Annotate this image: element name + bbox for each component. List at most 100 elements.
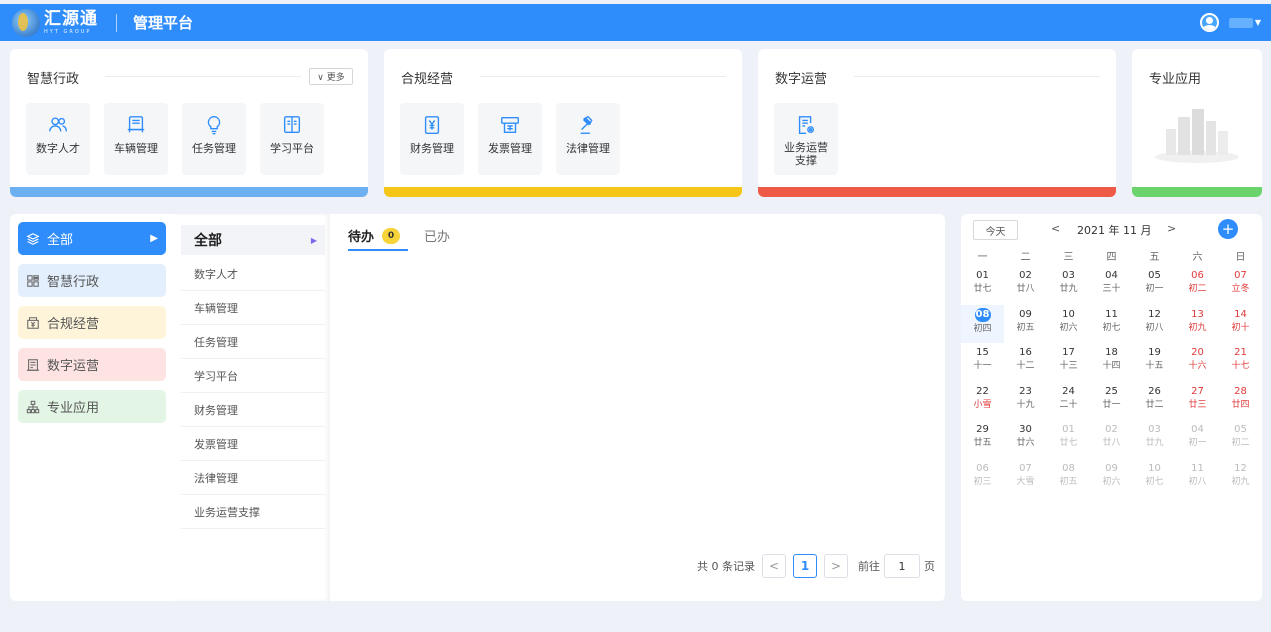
calendar-day[interactable]: 23 十九 (1004, 382, 1047, 421)
day-number: 27 (1191, 385, 1204, 397)
chevron-down-icon[interactable]: ▼ (1255, 18, 1261, 27)
calendar-day[interactable]: 10 初六 (1047, 305, 1090, 344)
prev-month-button[interactable]: < (1051, 222, 1060, 235)
calendar-day[interactable]: 01 廿七 (961, 266, 1004, 305)
calendar-day[interactable]: 05 初二 (1219, 420, 1262, 459)
calendar-day[interactable]: 12 初八 (1133, 305, 1176, 344)
calendar-day[interactable]: 05 初一 (1133, 266, 1176, 305)
calendar-day[interactable]: 04 三十 (1090, 266, 1133, 305)
calendar-day[interactable]: 09 初五 (1004, 305, 1047, 344)
sub-menu-item[interactable]: 发票管理 (181, 428, 325, 461)
calendar-day[interactable]: 27 廿三 (1176, 382, 1219, 421)
page-number-button[interactable]: 1 (793, 554, 817, 578)
user-name-redacted[interactable] (1228, 17, 1253, 28)
calendar-day[interactable]: 16 十二 (1004, 343, 1047, 382)
calendar-day[interactable]: 19 十五 (1133, 343, 1176, 382)
tile-task-management[interactable]: 任务管理 (182, 103, 246, 175)
calendar-day[interactable]: 06 初二 (1176, 266, 1219, 305)
calendar-day[interactable]: 24 二十 (1047, 382, 1090, 421)
user-menu[interactable]: ▼ (1199, 4, 1261, 41)
tab-done[interactable]: 已办 (424, 226, 450, 245)
sub-menu-item[interactable]: 车辆管理 (181, 292, 325, 325)
calendar-day[interactable]: 28 廿四 (1219, 382, 1262, 421)
nav-item-smart-admin[interactable]: 智慧行政 (18, 264, 166, 297)
lunar-date: 初九 (1231, 476, 1250, 487)
tile-finance-management[interactable]: 财务管理 (400, 103, 464, 175)
tile-label: 任务管理 (192, 142, 236, 155)
weekday-label: 六 (1192, 252, 1203, 263)
day-number: 25 (1105, 385, 1118, 397)
calendar-day[interactable]: 09 初六 (1090, 459, 1133, 498)
calendar-day[interactable]: 08 初五 (1047, 459, 1090, 498)
sub-menu-item[interactable]: 学习平台 (181, 360, 325, 393)
day-number: 21 (1234, 347, 1247, 358)
calendar-grid: 01 廿七 02 廿八 03 廿九 04 三十 05 初一 06 初二 07 立冬 08 初四 09 初五 10 初六… (961, 266, 1262, 497)
calendar-day[interactable]: 10 初七 (1133, 459, 1176, 498)
sub-menu-item[interactable]: 任务管理 (181, 326, 325, 359)
sub-menu-header[interactable]: 全部 ▶ (181, 225, 325, 255)
calendar-day[interactable]: 29 廿五 (961, 420, 1004, 459)
calendar-day[interactable]: 30 廿六 (1004, 420, 1047, 459)
more-button[interactable]: ∨ 更多 (309, 68, 353, 85)
nav-item-professional-apps[interactable]: 专业应用 (18, 390, 166, 423)
day-number: 03 (1062, 270, 1075, 281)
goto-page-input[interactable] (884, 554, 920, 578)
calendar-day[interactable]: 21 十七 (1219, 343, 1262, 382)
tile-learning-platform[interactable]: 学习平台 (260, 103, 324, 175)
tile-vehicle-management[interactable]: 车辆管理 (104, 103, 168, 175)
lunar-date: 初三 (973, 476, 992, 487)
day-number: 06 (976, 462, 989, 474)
lunar-date: 十九 (1016, 399, 1035, 410)
calendar-day[interactable]: 18 十四 (1090, 343, 1133, 382)
nav-item-digital-ops[interactable]: 数字运营 (18, 348, 166, 381)
document-settings-icon (798, 116, 815, 134)
sub-menu-item[interactable]: 财务管理 (181, 394, 325, 427)
tile-invoice-management[interactable]: 发票管理 (478, 103, 542, 175)
calendar-day[interactable]: 15 十一 (961, 343, 1004, 382)
sub-menu-item[interactable]: 数字人才 (181, 258, 325, 291)
nav-item-all[interactable]: 全部 ▶ (18, 222, 166, 255)
sub-menu-item[interactable]: 业务运营支撑 (181, 496, 325, 529)
calendar-day-today[interactable]: 08 初四 (961, 304, 1004, 343)
nav-item-compliance[interactable]: 合规经营 (18, 306, 166, 339)
logo[interactable]: 汇源通 HYT GROUP (12, 8, 98, 37)
calendar-day[interactable]: 26 廿二 (1133, 382, 1176, 421)
tile-legal-management[interactable]: 法律管理 (556, 103, 620, 175)
calendar-day[interactable]: 13 初九 (1176, 305, 1219, 344)
calendar-day[interactable]: 02 廿八 (1090, 420, 1133, 459)
calendar-day[interactable]: 11 初七 (1090, 305, 1133, 344)
tile-business-ops-support[interactable]: 业务运营 支撑 (774, 103, 838, 175)
calendar-day[interactable]: 20 十六 (1176, 343, 1219, 382)
calendar-day[interactable]: 17 十三 (1047, 343, 1090, 382)
calendar-day[interactable]: 07 立冬 (1219, 266, 1262, 305)
header-divider (116, 13, 117, 32)
tab-pending[interactable]: 待办 0 (348, 226, 401, 245)
lunar-date: 廿九 (1145, 438, 1164, 448)
sub-menu-item[interactable]: 法律管理 (181, 462, 325, 495)
lunar-date: 十一 (973, 361, 992, 371)
calendar-day[interactable]: 03 廿九 (1133, 420, 1176, 459)
calendar-day[interactable]: 11 初八 (1176, 459, 1219, 498)
calendar-day[interactable]: 02 廿八 (1004, 266, 1047, 305)
calendar-day[interactable]: 14 初十 (1219, 305, 1262, 344)
lunar-date: 十五 (1145, 361, 1164, 371)
next-month-button[interactable]: > (1167, 222, 1176, 235)
lunar-date: 初一 (1145, 284, 1164, 294)
calendar-day[interactable]: 25 廿一 (1090, 382, 1133, 421)
user-avatar-icon[interactable] (1199, 13, 1219, 32)
prev-page-button[interactable]: < (762, 554, 786, 578)
next-page-button[interactable]: > (824, 554, 848, 578)
tile-digital-talent[interactable]: 数字人才 (26, 103, 90, 175)
today-button[interactable]: 今天 (973, 220, 1018, 240)
calendar-day[interactable]: 12 初九 (1219, 459, 1262, 498)
calendar-day[interactable]: 04 初一 (1176, 420, 1219, 459)
calendar-day[interactable]: 07 大雪 (1004, 459, 1047, 498)
logo-name: 汇源通 (44, 8, 98, 29)
lunar-date: 廿六 (1016, 438, 1035, 448)
calendar-day[interactable]: 06 初三 (961, 459, 1004, 498)
calendar-day[interactable]: 01 廿七 (1047, 420, 1090, 459)
calendar-day[interactable]: 22 小雪 (961, 382, 1004, 421)
calendar-day[interactable]: 03 廿九 (1047, 266, 1090, 305)
add-event-button[interactable]: + (1218, 219, 1238, 239)
day-number: 10 (1062, 308, 1075, 320)
